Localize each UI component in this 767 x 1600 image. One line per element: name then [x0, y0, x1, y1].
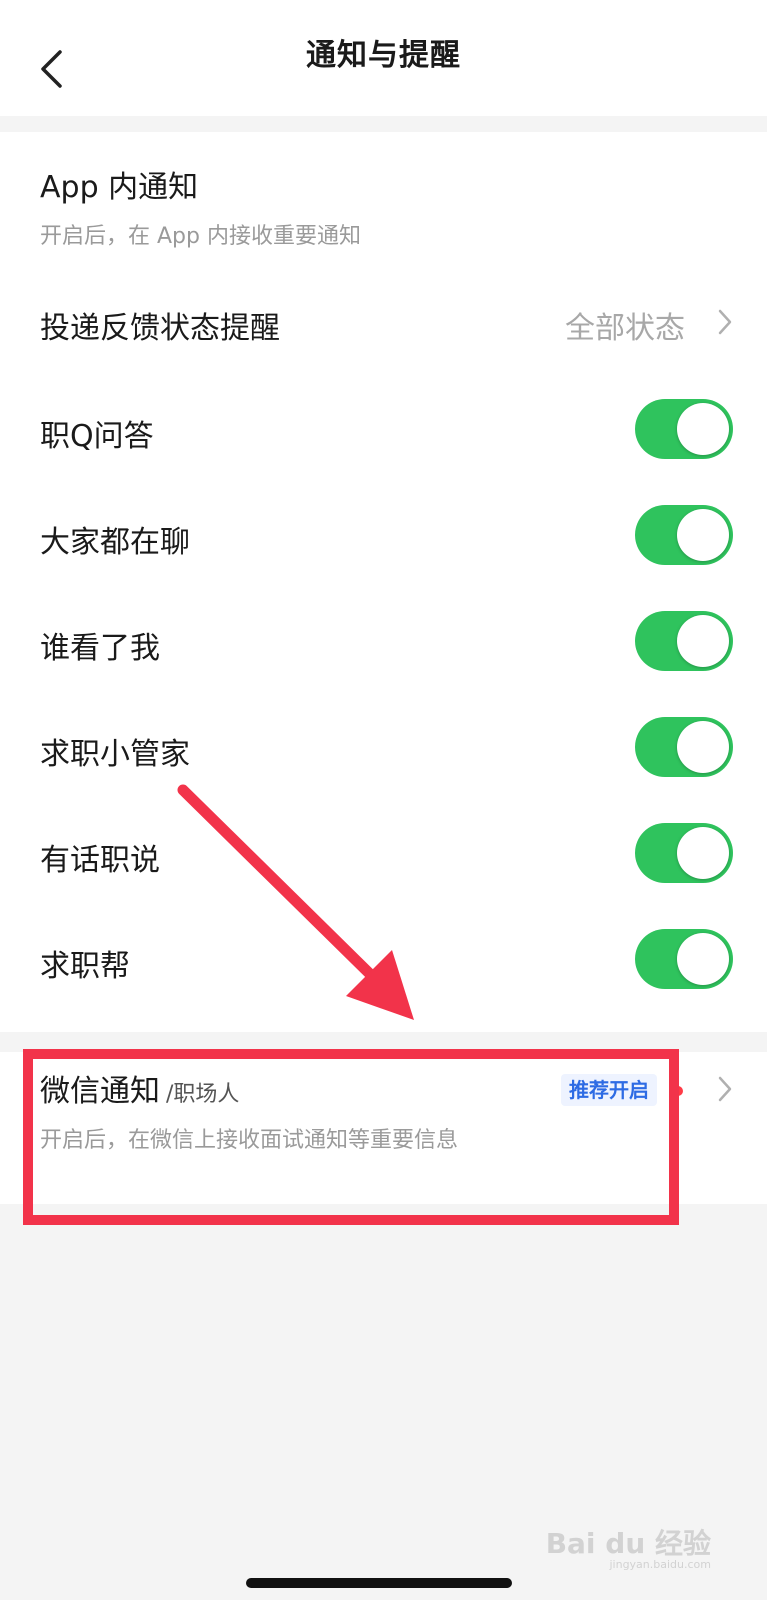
notification-settings-list: App 内通知 开启后，在 App 内接收重要通知 投递反馈状态提醒 全部状态 … — [0, 132, 767, 1032]
delivery-feedback-row[interactable]: 投递反馈状态提醒 全部状态 — [0, 267, 767, 377]
toggle-label: 求职小管家 — [40, 737, 190, 772]
toggle-label: 求职帮 — [40, 949, 130, 984]
unread-dot — [673, 1086, 683, 1096]
toggle-knob — [677, 827, 729, 879]
toggle-row-who-viewed-me: 谁看了我 — [0, 589, 767, 695]
toggle-row-job-assistant: 求职小管家 — [0, 695, 767, 801]
toggle-label: 大家都在聊 — [40, 525, 190, 560]
toggle-label: 职Q问答 — [40, 419, 154, 454]
toggle-row-job-help: 求职帮 — [0, 907, 767, 1013]
toggle-knob — [677, 403, 729, 455]
job-assistant-toggle[interactable] — [635, 717, 733, 777]
wechat-notification-title: 微信通知/职场人 — [40, 1066, 239, 1110]
delivery-feedback-label: 投递反馈状态提醒 — [40, 311, 280, 346]
nav-bar: 通知与提醒 — [0, 0, 767, 116]
watermark-url: jingyan.baidu.com — [609, 1558, 711, 1571]
toggle-knob — [677, 509, 729, 561]
home-indicator[interactable] — [246, 1578, 512, 1588]
recommend-badge: 推荐开启 — [561, 1074, 657, 1106]
toggle-label: 谁看了我 — [40, 631, 160, 666]
in-app-notification-title: App 内通知 — [40, 170, 199, 205]
job-help-toggle[interactable] — [635, 929, 733, 989]
in-app-notification-subtitle: 开启后，在 App 内接收重要通知 — [40, 224, 361, 249]
page-title: 通知与提醒 — [306, 38, 461, 73]
zhiq-qa-toggle[interactable] — [635, 399, 733, 459]
delivery-feedback-value: 全部状态 — [565, 311, 685, 346]
in-app-notification-row: App 内通知 开启后，在 App 内接收重要通知 — [0, 132, 767, 267]
wechat-notification-subtitle: 开启后，在微信上接收面试通知等重要信息 — [40, 1128, 459, 1153]
who-viewed-me-toggle[interactable] — [635, 611, 733, 671]
toggle-knob — [677, 933, 729, 985]
toggle-row-zhiq-qa: 职Q问答 — [0, 377, 767, 483]
watermark-logo: Bai du 经验 — [545, 1527, 711, 1560]
wechat-title-suffix: /职场人 — [166, 1082, 240, 1107]
wechat-title-text: 微信通知 — [40, 1074, 160, 1109]
career-talk-toggle[interactable] — [635, 823, 733, 883]
toggle-row-everyone-chatting: 大家都在聊 — [0, 483, 767, 589]
toggle-knob — [677, 721, 729, 773]
toggle-knob — [677, 615, 729, 667]
wechat-notification-row[interactable]: 微信通知/职场人 推荐开启 开启后，在微信上接收面试通知等重要信息 — [0, 1052, 767, 1204]
toggle-label: 有话职说 — [40, 843, 160, 878]
toggle-row-career-talk: 有话职说 — [0, 801, 767, 907]
chevron-right-icon — [713, 307, 737, 337]
chevron-right-icon — [713, 1074, 737, 1104]
everyone-chatting-toggle[interactable] — [635, 505, 733, 565]
